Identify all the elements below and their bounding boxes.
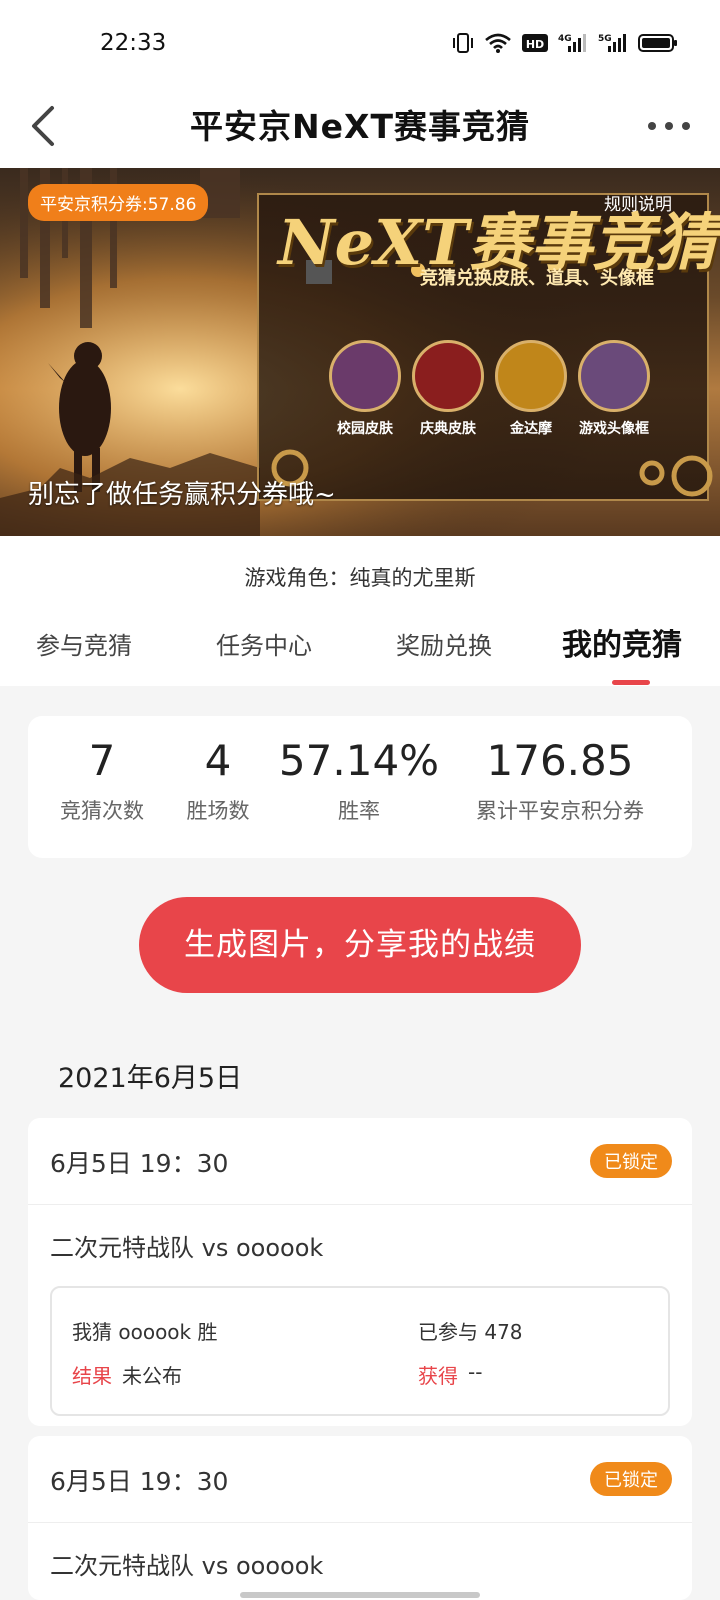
participants-count: 已参与 478 xyxy=(418,1320,523,1344)
reward-label: 游戏头像框 xyxy=(579,421,649,437)
divider xyxy=(28,1522,692,1523)
stat-guess-count: 7 竞猜次数 xyxy=(56,736,148,825)
5g-signal-icon: 5G xyxy=(598,34,626,52)
more-options-icon[interactable] xyxy=(644,112,694,140)
earn-value: -- xyxy=(468,1360,483,1384)
points-balance-badge: 平安京积分券:57.86 xyxy=(28,184,209,221)
4g-signal-icon: 4G xyxy=(558,34,586,52)
golden-daruma-icon xyxy=(495,340,567,412)
promo-banner[interactable]: 平安京积分券:57.86 规则说明 NeXT赛事竞猜 竞猜兑换皮肤、道具、头像框… xyxy=(0,168,720,536)
stat-label: 胜率 xyxy=(338,799,380,823)
reward-item: 庆典皮肤 xyxy=(408,340,488,438)
campus-skin-icon xyxy=(329,340,401,412)
battery-icon xyxy=(638,34,677,52)
app-header: 平安京NeXT赛事竞猜 xyxy=(0,86,720,168)
tab-join-guess[interactable]: 参与竞猜 xyxy=(36,626,132,661)
banner-footer-text: 别忘了做任务赢积分券哦~ xyxy=(28,480,336,510)
match-time: 6月5日 19：30 xyxy=(50,1149,229,1178)
banner-subtitle: 竞猜兑换皮肤、道具、头像框 xyxy=(420,268,654,289)
match-card[interactable]: 6月5日 19：30 已锁定 二次元特战队 vs oooook 我猜 ooooo… xyxy=(28,1118,692,1426)
stat-win-rate: 57.14% 胜率 xyxy=(278,736,440,825)
reward-label: 金达摩 xyxy=(510,421,552,437)
result-label: 结果 xyxy=(72,1364,112,1388)
guess-detail-box: 我猜 oooook 胜 已参与 478 结果 未公布 获得 -- xyxy=(50,1286,670,1416)
my-guess: 我猜 oooook 胜 xyxy=(72,1320,218,1344)
avatar-frame-icon xyxy=(578,340,650,412)
status-bar: 22:33 HD 4G 5G xyxy=(0,0,720,86)
hd-icon: HD xyxy=(522,34,548,52)
share-results-button[interactable]: 生成图片，分享我的战绩 xyxy=(139,897,581,993)
vibrate-icon xyxy=(453,33,473,53)
role-and-tabs: 游戏角色：纯真的尤里斯 参与竞猜 任务中心 奖励兑换 我的竞猜 xyxy=(0,536,720,686)
tab-reward-exchange[interactable]: 奖励兑换 xyxy=(396,626,492,661)
active-tab-indicator xyxy=(612,680,650,685)
game-role: 游戏角色：纯真的尤里斯 xyxy=(244,566,476,590)
stat-label: 累计平安京积分券 xyxy=(476,799,644,823)
reward-item: 游戏头像框 xyxy=(574,340,654,438)
reward-label: 校园皮肤 xyxy=(337,421,393,437)
stat-value: 57.14% xyxy=(278,736,440,785)
page-title: 平安京NeXT赛事竞猜 xyxy=(190,107,530,146)
earn-label: 获得 xyxy=(418,1364,458,1388)
match-teams: 二次元特战队 vs oooook xyxy=(50,1552,324,1580)
date-heading: 2021年6月5日 xyxy=(58,1063,243,1094)
locked-status-badge: 已锁定 xyxy=(590,1462,672,1496)
reward-item: 金达摩 xyxy=(491,340,571,438)
reward-item: 校园皮肤 xyxy=(325,340,405,438)
wifi-icon xyxy=(485,33,511,53)
status-icons: HD 4G 5G xyxy=(452,32,678,54)
match-card[interactable]: 6月5日 19：30 已锁定 二次元特战队 vs oooook xyxy=(28,1436,692,1600)
reward-label: 庆典皮肤 xyxy=(420,421,476,437)
locked-status-badge: 已锁定 xyxy=(590,1144,672,1178)
stats-card: 7 竞猜次数 4 胜场数 57.14% 胜率 176.85 累计平安京积分券 xyxy=(28,716,692,858)
svg-text:HD: HD xyxy=(526,38,544,51)
stat-total-points: 176.85 累计平安京积分券 xyxy=(464,736,656,825)
celebration-skin-icon xyxy=(412,340,484,412)
match-time: 6月5日 19：30 xyxy=(50,1467,229,1496)
svg-text:4G: 4G xyxy=(558,34,572,44)
tab-bar: 参与竞猜 任务中心 奖励兑换 我的竞猜 xyxy=(0,618,720,686)
stat-value: 7 xyxy=(88,736,116,785)
match-teams: 二次元特战队 vs oooook xyxy=(50,1234,324,1262)
home-indicator[interactable] xyxy=(240,1592,480,1598)
stat-value: 176.85 xyxy=(486,736,634,785)
svg-text:5G: 5G xyxy=(598,34,612,44)
divider xyxy=(28,1204,692,1205)
stat-label: 胜场数 xyxy=(186,799,250,823)
tab-task-center[interactable]: 任务中心 xyxy=(216,626,312,661)
stat-label: 竞猜次数 xyxy=(60,799,144,823)
tab-my-guesses[interactable]: 我的竞猜 xyxy=(562,620,682,664)
stat-wins: 4 胜场数 xyxy=(178,736,258,825)
result-value: 未公布 xyxy=(122,1364,182,1388)
status-time: 22:33 xyxy=(100,30,167,56)
stat-value: 4 xyxy=(204,736,232,785)
